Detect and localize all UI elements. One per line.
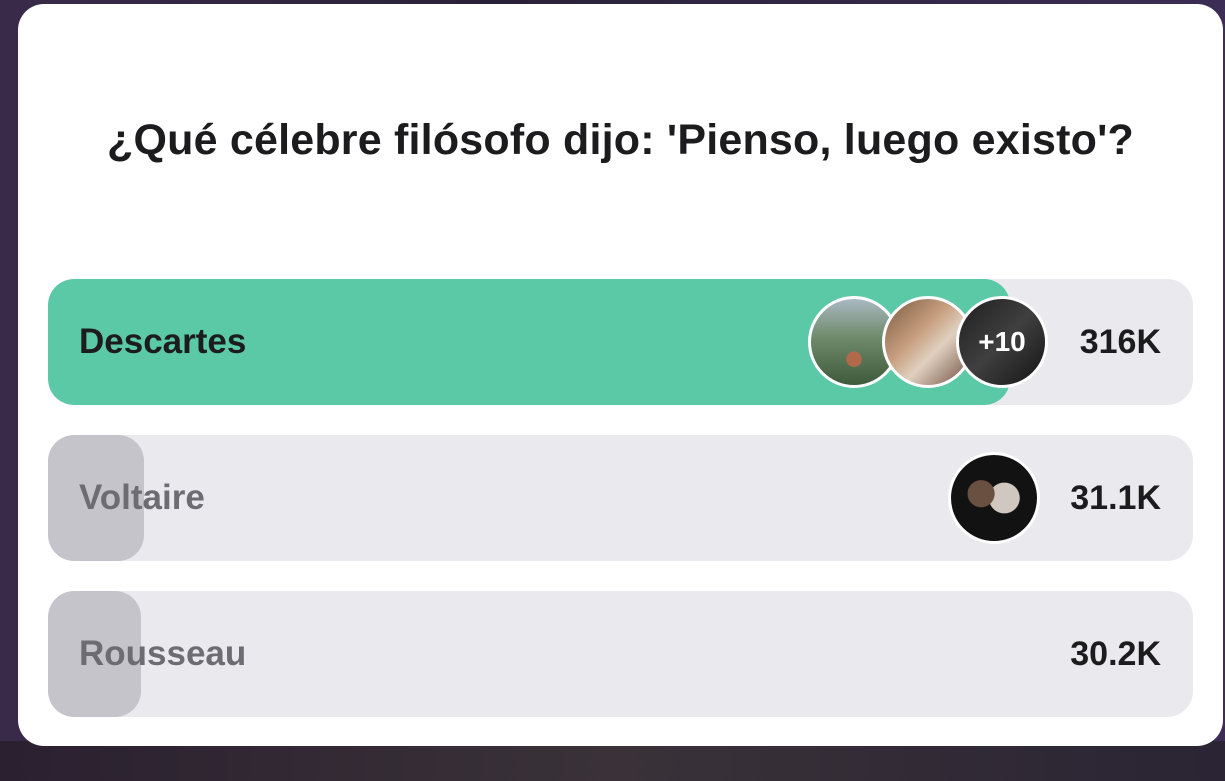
option-label: Voltaire (79, 478, 205, 517)
avatar: +10 (956, 296, 1048, 388)
vote-count: 316K (1079, 323, 1161, 361)
poll-option-voltaire[interactable]: Voltaire 31.1K (48, 435, 1193, 561)
poll-card: ¿Qué célebre filósofo dijo: 'Pienso, lue… (18, 4, 1223, 746)
background-strip (0, 741, 1225, 781)
vote-count: 30.2K (1070, 635, 1161, 673)
poll-option-rousseau[interactable]: Rousseau 30.2K (48, 591, 1193, 717)
vote-count: 31.1K (1070, 479, 1161, 517)
avatar (948, 452, 1040, 544)
more-voters-count: +10 (959, 299, 1045, 385)
option-label: Descartes (79, 322, 247, 361)
poll-option-descartes[interactable]: Descartes +10 316K (48, 279, 1193, 405)
poll-question: ¿Qué célebre filósofo dijo: 'Pienso, lue… (107, 116, 1134, 164)
option-label: Rousseau (79, 634, 247, 673)
